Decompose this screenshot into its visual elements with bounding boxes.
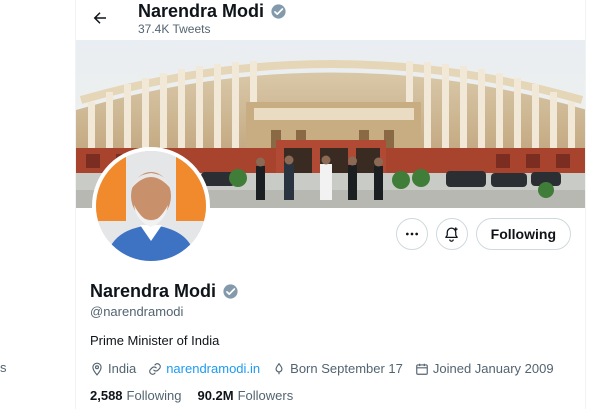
avatar-portrait-image [96,151,206,261]
verified-badge-icon [271,4,286,19]
meta-birthday: Born September 17 [272,361,403,376]
joined-text: Joined January 2009 [432,361,554,376]
meta-joined: Joined January 2009 [415,361,554,376]
birthday-icon [275,362,283,374]
side-glyph: s [0,360,7,375]
birthday-text: Born September 17 [290,361,403,376]
profile-handle: @narendramodi [90,304,184,319]
verified-badge-icon [223,284,238,299]
profile-name-row: Narendra Modi [90,281,239,302]
back-button[interactable] [90,8,110,28]
header-name-row: Narendra Modi [138,1,287,22]
followers-stat[interactable]: 90.2M Followers [197,388,293,403]
following-label: Following [126,388,182,403]
notifications-button[interactable] [435,218,468,250]
location-text: India [108,361,137,376]
profile-name: Narendra Modi [90,281,217,301]
avatar[interactable] [92,147,210,265]
meta-location: India [90,361,136,376]
followers-count: 90.2M [197,388,234,403]
back-arrow-icon [93,12,106,24]
header-name: Narendra Modi [138,1,265,21]
profile-stats: 2,588 Following 90.2M Followers [90,388,293,403]
following-count: 2,588 [90,388,123,403]
notification-bell-icon [445,226,458,242]
tweet-count: 37.4K Tweets [138,22,211,36]
followers-label: Followers [237,388,294,403]
profile-header-bar: Narendra Modi 37.4K Tweets [76,0,585,40]
meta-website: narendramodi.in [148,361,260,376]
profile-actions: Following [395,218,571,250]
following-button[interactable]: Following [475,218,571,250]
profile-bio: Prime Minister of India [90,333,220,348]
following-stat[interactable]: 2,588 Following [90,388,181,403]
more-button[interactable] [395,218,428,250]
link-icon [149,362,161,375]
page: s Narendra Modi 37.4K Tweets Following N… [0,0,600,409]
profile-meta: India narendramodi.in Born September 17 [90,361,554,376]
profile-column: Narendra Modi 37.4K Tweets Following Nar… [75,0,586,409]
website-link[interactable]: narendramodi.in [166,361,260,376]
location-pin-icon [92,362,102,376]
more-icon [405,232,418,236]
calendar-icon [416,363,428,375]
